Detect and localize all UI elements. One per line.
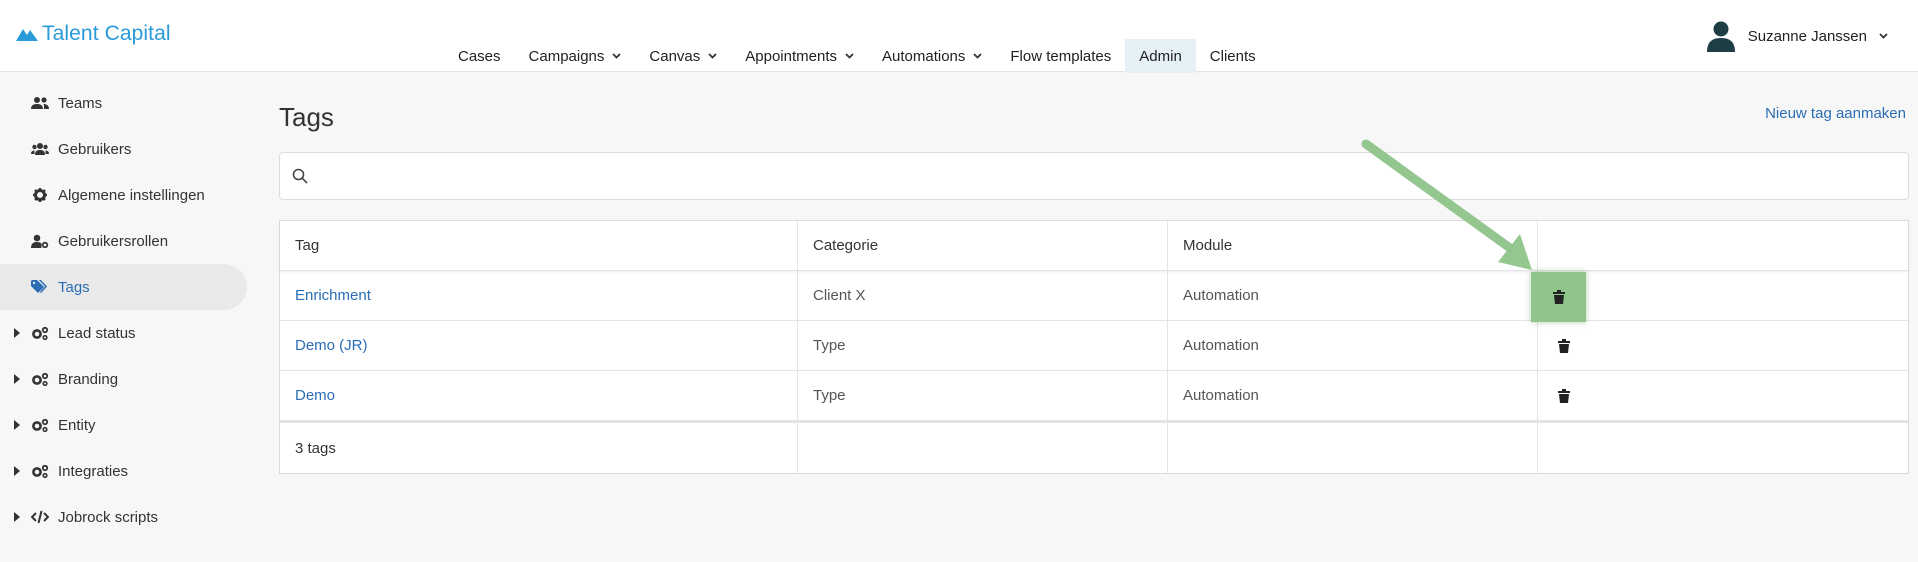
- gears-icon: [30, 464, 50, 478]
- user-name: Suzanne Janssen: [1747, 27, 1867, 45]
- tags-icon: [30, 280, 50, 294]
- user-cog-icon: [30, 234, 50, 248]
- sidebar-item-label: Jobrock scripts: [58, 508, 159, 526]
- nav-campaigns[interactable]: Campaigns: [515, 39, 636, 73]
- sidebar-item-gebruikers[interactable]: Gebruikers: [0, 126, 250, 172]
- delete-tag-button-highlighted[interactable]: [1531, 272, 1586, 322]
- tag-categorie: Type: [798, 321, 1168, 370]
- nav-label: Campaigns: [528, 47, 605, 65]
- trash-icon: [1552, 290, 1565, 304]
- mountain-logo-icon: [16, 29, 38, 41]
- trash-icon: [1558, 338, 1570, 353]
- code-icon: [30, 510, 50, 524]
- tag-link[interactable]: Demo: [295, 387, 335, 404]
- sidebar-item-tags[interactable]: Tags: [0, 264, 247, 310]
- caret-right-icon[interactable]: [14, 374, 20, 384]
- main-nav: Cases Campaigns Canvas Appointments Auto…: [444, 39, 1270, 73]
- sidebar-item-label: Integraties: [58, 462, 129, 480]
- search-input[interactable]: [318, 167, 1898, 185]
- nav-label: Appointments: [745, 47, 837, 65]
- column-header-categorie[interactable]: Categorie: [798, 221, 1168, 270]
- brand-logo[interactable]: Talent Capital: [16, 22, 171, 46]
- nav-canvas[interactable]: Canvas: [635, 39, 731, 73]
- chevron-down-icon: [973, 53, 983, 59]
- sidebar-item-entity[interactable]: Entity: [0, 402, 250, 448]
- caret-right-icon[interactable]: [14, 466, 20, 476]
- table-footer: 3 tags: [280, 421, 1908, 473]
- sidebar-item-label: Lead status: [58, 324, 136, 342]
- column-header-tag[interactable]: Tag: [280, 221, 798, 270]
- sidebar-item-jobrock-scripts[interactable]: Jobrock scripts: [0, 494, 250, 540]
- tag-categorie: Type: [798, 371, 1168, 420]
- new-tag-link[interactable]: Nieuw tag aanmaken: [1765, 105, 1906, 122]
- nav-label: Admin: [1139, 47, 1182, 65]
- sidebar-item-lead-status[interactable]: Lead status: [0, 310, 250, 356]
- tags-table: Tag Categorie Module Enrichment Client X…: [279, 220, 1909, 474]
- sidebar-item-teams[interactable]: Teams: [0, 80, 250, 126]
- nav-label: Canvas: [649, 47, 701, 65]
- table-row: Demo (JR) Type Automation: [280, 321, 1908, 371]
- gears-icon: [30, 326, 50, 340]
- nav-automations[interactable]: Automations: [868, 39, 996, 73]
- chevron-down-icon: [845, 53, 854, 59]
- users-icon: [30, 96, 50, 110]
- nav-clients[interactable]: Clients: [1196, 39, 1270, 73]
- sidebar-item-gebruikersrollen[interactable]: Gebruikersrollen: [0, 218, 250, 264]
- nav-admin[interactable]: Admin: [1125, 39, 1196, 73]
- nav-label: Clients: [1209, 47, 1256, 65]
- tag-categorie: Client X: [798, 271, 1168, 320]
- caret-right-icon[interactable]: [14, 512, 20, 522]
- admin-sidebar: Teams Gebruikers Algemene instellingen G…: [0, 80, 250, 540]
- sidebar-item-label: Tags: [58, 278, 90, 296]
- page-title: Tags: [279, 102, 334, 132]
- user-avatar-icon: [1706, 21, 1735, 52]
- gears-icon: [30, 372, 50, 386]
- chevron-down-icon: [1879, 33, 1888, 39]
- tag-module: Automation: [1168, 371, 1538, 420]
- nav-label: Automations: [882, 47, 966, 65]
- table-row: Demo Type Automation: [280, 371, 1908, 421]
- nav-label: Cases: [458, 47, 501, 65]
- caret-right-icon[interactable]: [14, 420, 20, 430]
- delete-tag-button[interactable]: [1558, 338, 1570, 353]
- sidebar-item-label: Gebruikersrollen: [58, 232, 169, 250]
- brand-name: Talent Capital: [42, 22, 171, 45]
- sidebar-item-branding[interactable]: Branding: [0, 356, 250, 402]
- top-bar: Talent Capital Cases Campaigns Canvas Ap…: [0, 0, 1918, 73]
- user-menu[interactable]: Suzanne Janssen: [1706, 20, 1888, 52]
- nav-appointments[interactable]: Appointments: [731, 39, 868, 73]
- tag-link[interactable]: Demo (JR): [295, 337, 368, 354]
- tag-link[interactable]: Enrichment: [295, 287, 371, 304]
- sidebar-item-label: Branding: [58, 370, 119, 388]
- trash-icon: [1558, 388, 1570, 403]
- chevron-down-icon: [612, 53, 622, 59]
- delete-tag-button[interactable]: [1558, 388, 1570, 403]
- tag-count: 3 tags: [280, 423, 798, 473]
- table-row: Enrichment Client X Automation: [280, 271, 1908, 321]
- annotation-arrow: [1361, 139, 1532, 270]
- tag-module: Automation: [1168, 321, 1538, 370]
- table-header: Tag Categorie Module: [280, 221, 1908, 271]
- sidebar-item-label: Algemene instellingen: [58, 186, 205, 204]
- tag-module: Automation: [1168, 271, 1538, 320]
- nav-flow-templates[interactable]: Flow templates: [996, 39, 1125, 73]
- nav-cases[interactable]: Cases: [444, 39, 515, 73]
- sidebar-item-label: Entity: [58, 416, 96, 434]
- sidebar-item-algemene-instellingen[interactable]: Algemene instellingen: [0, 172, 250, 218]
- column-header-actions: [1538, 221, 1908, 270]
- search-box[interactable]: [279, 152, 1909, 200]
- sidebar-item-label: Teams: [58, 94, 103, 112]
- search-icon: [292, 168, 308, 184]
- group-icon: [30, 142, 50, 156]
- chevron-down-icon: [708, 53, 717, 59]
- gears-icon: [30, 418, 50, 432]
- sidebar-item-integraties[interactable]: Integraties: [0, 448, 250, 494]
- nav-label: Flow templates: [1010, 47, 1112, 65]
- sidebar-item-label: Gebruikers: [58, 140, 132, 158]
- gear-icon: [30, 188, 50, 202]
- caret-right-icon[interactable]: [14, 328, 20, 338]
